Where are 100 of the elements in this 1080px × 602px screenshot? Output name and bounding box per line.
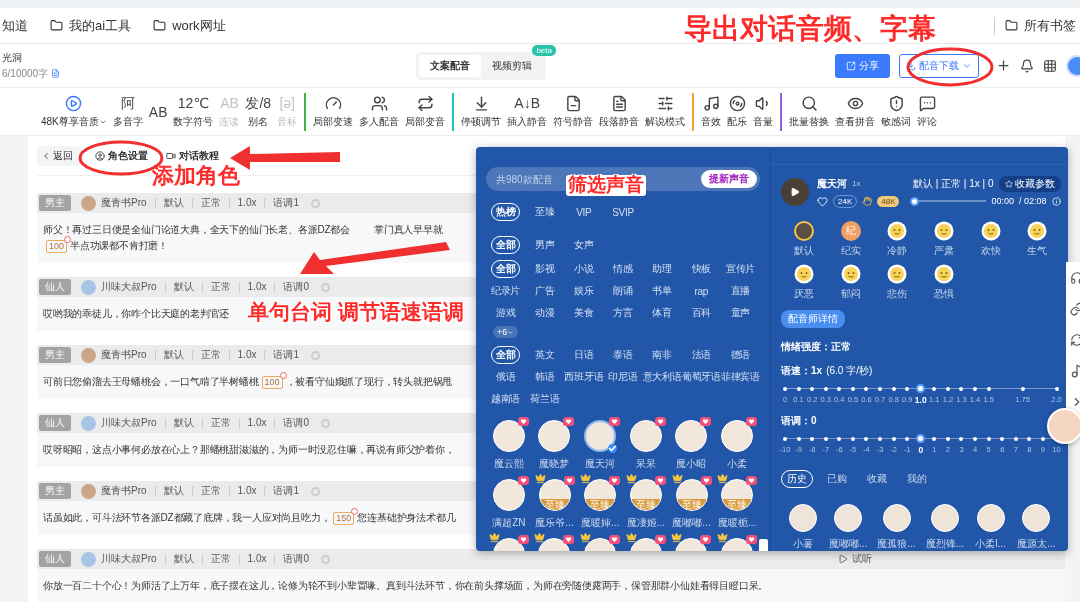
history-tab[interactable]: 我的 (901, 470, 933, 488)
filter-chip[interactable]: 西班牙语 (563, 368, 605, 386)
voice-item[interactable]: 魔小昭 (670, 414, 713, 471)
toolbar-button[interactable]: 发/8 别名 (244, 94, 273, 129)
intensity-setting[interactable]: 正常 (191, 350, 229, 360)
toolbar-button[interactable]: 多人配音 (358, 94, 401, 129)
filter-chip[interactable]: rap (693, 282, 710, 300)
filter-chip[interactable]: 意大利语 (641, 368, 683, 386)
pitch-setting[interactable]: 语调1 (264, 350, 308, 360)
filter-chip[interactable]: 法语 (690, 346, 712, 364)
voice-item[interactable]: 魔孤狼... (872, 498, 921, 551)
remove-icon[interactable] (351, 507, 359, 515)
slider-track[interactable] (785, 387, 1057, 390)
emotion-setting[interactable]: 默认 (154, 486, 192, 496)
filter-chip[interactable]: 童声 (729, 304, 752, 322)
filter-chip[interactable]: 荷兰语 (529, 390, 561, 408)
filter-chip[interactable]: 朗诵 (612, 282, 634, 300)
filter-chip[interactable]: 泰语 (612, 346, 634, 364)
pitch-setting[interactable]: 语调0 (274, 554, 318, 564)
share-button[interactable]: 分享 (835, 53, 890, 78)
voice-item[interactable]: 魔云熙 (487, 414, 530, 471)
filter-chip[interactable]: 德语 (729, 346, 752, 364)
emotion-setting[interactable]: 默认 (164, 282, 202, 292)
toolbar-button[interactable]: 12℃ 数字符号 (172, 94, 215, 129)
emotion-option[interactable]: 悲伤 (874, 263, 921, 301)
filter-chip[interactable]: 女声 (573, 236, 595, 254)
speed-setting[interactable]: 1.0x (238, 418, 275, 428)
speed-setting[interactable]: 1.0x (238, 554, 275, 564)
slider-thumb[interactable] (916, 434, 926, 444)
role-settings-button[interactable]: 角色设置 (91, 146, 152, 166)
toolbar-button[interactable]: 停顿调节 (460, 94, 503, 129)
voice-item[interactable]: 魔晓梦 (533, 414, 576, 471)
toolbar-button[interactable]: 配乐 (726, 94, 749, 129)
voice-name[interactable]: 魔青书Pro (101, 196, 155, 210)
filter-chip[interactable]: 美食 (573, 304, 595, 322)
toolbar-button[interactable]: 音量 (752, 94, 775, 129)
filter-chip[interactable]: 方言 (612, 304, 634, 322)
filter-chip[interactable]: 宣传片 (724, 260, 756, 278)
filter-chip[interactable]: 娱乐 (573, 282, 595, 300)
emotion-setting[interactable]: 默认 (164, 418, 202, 428)
filter-chip[interactable]: 至臻 (534, 203, 556, 221)
filter-chip[interactable]: 小说 (573, 260, 595, 278)
filter-chip[interactable]: 动漫 (534, 304, 556, 322)
emotion-setting[interactable]: 默认 (154, 198, 192, 208)
emotion-option[interactable]: 生气 (1013, 220, 1061, 258)
mode-tab[interactable]: 视频剪辑 (481, 54, 543, 77)
emotion-option[interactable]: 默认 (781, 220, 828, 258)
toolbar-button[interactable]: 评论 (916, 94, 939, 129)
download-button[interactable]: 配音下载 (899, 53, 979, 78)
speed-setting[interactable]: 1.0x (228, 486, 265, 496)
pitch-setting[interactable]: 语调1 (264, 486, 308, 496)
speed-setting[interactable]: 1.0x (228, 350, 265, 360)
voice-name[interactable]: 魔青书Pro (101, 348, 155, 362)
filter-chip[interactable]: 印尼语 (607, 368, 639, 386)
filter-chip[interactable]: 直播 (729, 282, 752, 300)
toolbar-button[interactable]: 段落静音 (598, 94, 641, 129)
voice-item[interactable]: 小柔 (716, 414, 759, 471)
create-voice-button[interactable]: 提新声音 (701, 170, 757, 188)
history-tab[interactable]: 收藏 (861, 470, 893, 488)
filter-chip[interactable]: 游戏 (494, 304, 517, 322)
filter-chip[interactable]: 情感 (612, 260, 634, 278)
heart-icon[interactable] (817, 195, 828, 207)
voice-name[interactable]: 川味大叔Pro (101, 280, 165, 294)
save-params-button[interactable]: 收藏参数 (998, 175, 1061, 192)
bookmark[interactable]: work网址 (153, 16, 226, 35)
voice-item[interactable]: 魔天河 (579, 414, 622, 471)
all-bookmarks[interactable]: 所有书签 (994, 16, 1076, 35)
emotion-setting[interactable]: 默认 (154, 350, 192, 360)
filter-chip[interactable]: 书单 (651, 282, 673, 300)
intensity-setting[interactable]: 正常 (191, 198, 229, 208)
filter-chip[interactable]: VIP (575, 203, 593, 221)
emotion-option[interactable]: 纪 纪实 (827, 220, 875, 258)
toolbar-button[interactable]: 48K尊享音质 (40, 94, 108, 129)
voice-item[interactable]: 满超ZN (487, 473, 531, 530)
emotion-option[interactable]: 郁闷 (827, 263, 875, 301)
voice-item[interactable]: 呆呆 (624, 414, 667, 471)
filter-chip[interactable]: 纪录片 (490, 282, 522, 300)
toolbar-button[interactable]: 敏感词 (880, 94, 913, 129)
emotion-option[interactable]: 恐惧 (920, 263, 968, 301)
toolbar-button[interactable]: 批量替换 (788, 94, 831, 129)
toolbar-button[interactable]: 符号静音 (552, 94, 595, 129)
toolbar-button[interactable]: 音效 (700, 94, 723, 129)
mode-tab[interactable]: 文案配音 (419, 54, 481, 77)
emotion-option[interactable]: 严肃 (920, 220, 968, 258)
toolbar-button[interactable]: 解说模式 (644, 94, 687, 129)
filter-chip[interactable]: 百科 (690, 304, 712, 322)
voice-profile-button[interactable]: 配音师详情 (781, 309, 845, 328)
speed-setting[interactable]: 1.0x (228, 198, 265, 208)
pitch-setting[interactable]: 语调1 (264, 198, 308, 208)
toolbar-button[interactable]: 阿 多音字 (111, 94, 144, 129)
emotion-option[interactable]: 冷静 (874, 220, 921, 258)
slider-thumb[interactable] (916, 383, 926, 393)
bookmark[interactable]: 知道 (2, 16, 28, 35)
filter-chip[interactable]: 助理 (651, 260, 673, 278)
bell-icon[interactable] (1020, 58, 1034, 73)
pause-tag[interactable]: 100 (46, 239, 68, 253)
refresh-icon[interactable] (1070, 333, 1080, 347)
toolbar-button[interactable]: 局部变速 (312, 94, 355, 129)
speed-setting[interactable]: 1.0x (238, 282, 275, 292)
voice-item[interactable]: 魔嘟嘟... (824, 498, 873, 551)
